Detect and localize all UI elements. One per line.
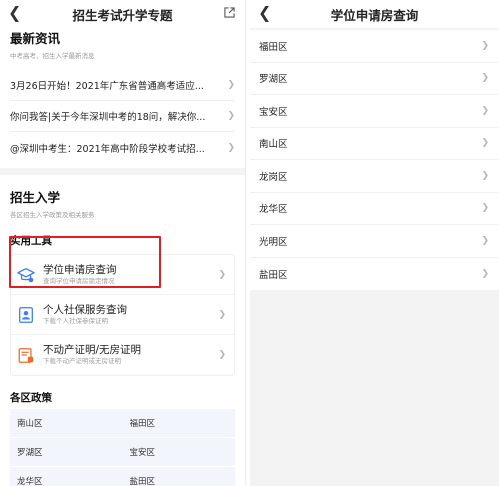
district-list-item[interactable]: 南山区 ❯ xyxy=(250,128,499,160)
graduation-cap-icon xyxy=(17,267,35,282)
right-screen: ❮ 学位申请房查询 福田区 ❯ 罗湖区 ❯ 宝安区 ❯ 南山区 ❯ 龙岗区 ❯ … xyxy=(250,0,499,486)
district-list-item[interactable]: 宝安区 ❯ xyxy=(250,95,499,128)
admission-section: 招生入学 各区招生入学政策及相关服务 实用工具 学位申请房查询 查询学位申请房锁… xyxy=(0,175,245,486)
news-section: 最新资讯 中考高考、招生入学最新消息 3月26日开始！2021年广东省普通高考适… xyxy=(0,28,245,163)
district-policy-cell[interactable]: 盐田区 xyxy=(123,467,236,486)
district-name: 盐田区 xyxy=(259,269,288,281)
tool-item-social-security-query[interactable]: 个人社保服务查询 下载个人社保参保证明 ❯ xyxy=(11,295,234,335)
tool-subtitle: 查询学位申请房锁定情况 xyxy=(43,276,115,285)
share-icon[interactable] xyxy=(224,7,235,18)
district-policy-cell[interactable]: 罗湖区 xyxy=(10,438,123,467)
district-policy-cell[interactable]: 南山区 xyxy=(10,409,123,438)
district-policy-cell[interactable]: 宝安区 xyxy=(122,438,235,467)
chevron-right-icon: ❯ xyxy=(481,73,489,84)
tools-section-title: 实用工具 xyxy=(10,235,52,247)
chevron-right-icon: ❯ xyxy=(481,235,489,246)
district-list-item[interactable]: 福田区 ❯ xyxy=(250,30,499,63)
district-policy-cell[interactable]: 龙华区 xyxy=(10,467,123,486)
tool-subtitle: 下载个人社保参保证明 xyxy=(43,316,108,325)
news-item[interactable]: 你问我答|关于今年深圳中考的18问，解决你... ❯ xyxy=(10,101,235,132)
tool-text: 不动产证明/无房证明 下载不动产证明或无房证明 xyxy=(43,344,218,366)
news-list: 3月26日开始！2021年广东省普通高考适应... ❯ 你问我答|关于今年深圳中… xyxy=(0,70,245,163)
district-name: 罗湖区 xyxy=(259,74,288,86)
district-policy-grid: 南山区 福田区 罗湖区 宝安区 龙华区 盐田区 xyxy=(10,409,235,486)
page-title: 学位申请房查询 xyxy=(330,8,419,23)
district-list-item[interactable]: 盐田区 ❯ xyxy=(250,258,499,291)
chevron-right-icon: ❯ xyxy=(481,170,489,181)
district-name: 宝安区 xyxy=(259,106,288,118)
left-top-bar: ❮ 招生考试升学专题 xyxy=(0,0,245,28)
left-screen: ❮ 招生考试升学专题 最新资讯 中考高考、招生入学最新消息 3月26日开始！20… xyxy=(0,0,246,486)
chevron-right-icon: ❯ xyxy=(218,350,226,360)
chevron-right-icon: ❯ xyxy=(218,309,226,320)
tool-subtitle: 下载不动产证明或无房证明 xyxy=(43,357,121,365)
admission-section-subtitle: 各区招生入学政策及相关服务 xyxy=(10,211,95,219)
news-item[interactable]: 3月26日开始！2021年广东省普通高考适应... ❯ xyxy=(10,70,235,101)
news-section-subtitle: 中考高考、招生入学最新消息 xyxy=(10,52,95,60)
news-item[interactable]: @深圳中考生：2021年高中阶段学校考试招... ❯ xyxy=(10,132,235,163)
tool-item-property-certificate[interactable]: 不动产证明/无房证明 下载不动产证明或无房证明 ❯ xyxy=(11,335,234,375)
district-list-item[interactable]: 龙华区 ❯ xyxy=(250,193,499,225)
district-list: 福田区 ❯ 罗湖区 ❯ 宝安区 ❯ 南山区 ❯ 龙岗区 ❯ 龙华区 ❯ 光明区 … xyxy=(250,30,499,290)
tools-card: 学位申请房查询 查询学位申请房锁定情况 ❯ 个人社保服务查询 下载个人社保参保证… xyxy=(10,254,235,376)
news-item-text: 3月26日开始！2021年广东省普通高考适应... xyxy=(10,81,204,92)
chevron-right-icon: ❯ xyxy=(481,203,489,214)
tool-text: 个人社保服务查询 下载个人社保参保证明 xyxy=(43,304,218,326)
news-item-text: 你问我答|关于今年深圳中考的18问，解决你... xyxy=(10,112,206,123)
district-name: 龙华区 xyxy=(259,204,288,216)
chevron-right-icon: ❯ xyxy=(227,80,235,90)
district-name: 龙岗区 xyxy=(259,171,288,183)
tool-title: 个人社保服务查询 xyxy=(43,303,127,316)
news-section-title: 最新资讯 xyxy=(10,31,61,46)
chevron-right-icon: ❯ xyxy=(481,105,489,116)
chevron-right-icon: ❯ xyxy=(227,111,235,121)
page-title: 招生考试升学专题 xyxy=(72,8,173,23)
district-list-item[interactable]: 光明区 ❯ xyxy=(250,225,499,258)
chevron-right-icon: ❯ xyxy=(227,142,235,153)
chevron-right-icon: ❯ xyxy=(481,40,489,51)
district-name: 福田区 xyxy=(259,41,288,53)
tool-title: 不动产证明/无房证明 xyxy=(43,344,142,356)
tool-title: 学位申请房查询 xyxy=(43,263,117,276)
right-top-bar: ❮ 学位申请房查询 xyxy=(250,0,499,28)
district-list-item[interactable]: 龙岗区 ❯ xyxy=(250,160,499,193)
policies-section-title: 各区政策 xyxy=(10,392,52,404)
chevron-right-icon: ❯ xyxy=(481,268,489,279)
chevron-right-icon: ❯ xyxy=(481,138,489,149)
certificate-icon xyxy=(18,348,34,363)
news-item-text: @深圳中考生：2021年高中阶段学校考试招... xyxy=(10,143,205,155)
tool-item-school-house-query[interactable]: 学位申请房查询 查询学位申请房锁定情况 ❯ xyxy=(11,255,234,295)
admission-section-title: 招生入学 xyxy=(10,190,61,205)
district-name: 光明区 xyxy=(259,236,288,248)
id-card-icon xyxy=(19,306,33,323)
tool-text: 学位申请房查询 查询学位申请房锁定情况 xyxy=(43,264,218,286)
chevron-right-icon: ❯ xyxy=(218,269,226,280)
section-divider xyxy=(0,168,245,175)
district-policy-cell[interactable]: 福田区 xyxy=(122,409,235,438)
district-name: 南山区 xyxy=(259,139,288,151)
district-list-item[interactable]: 罗湖区 ❯ xyxy=(250,63,499,95)
